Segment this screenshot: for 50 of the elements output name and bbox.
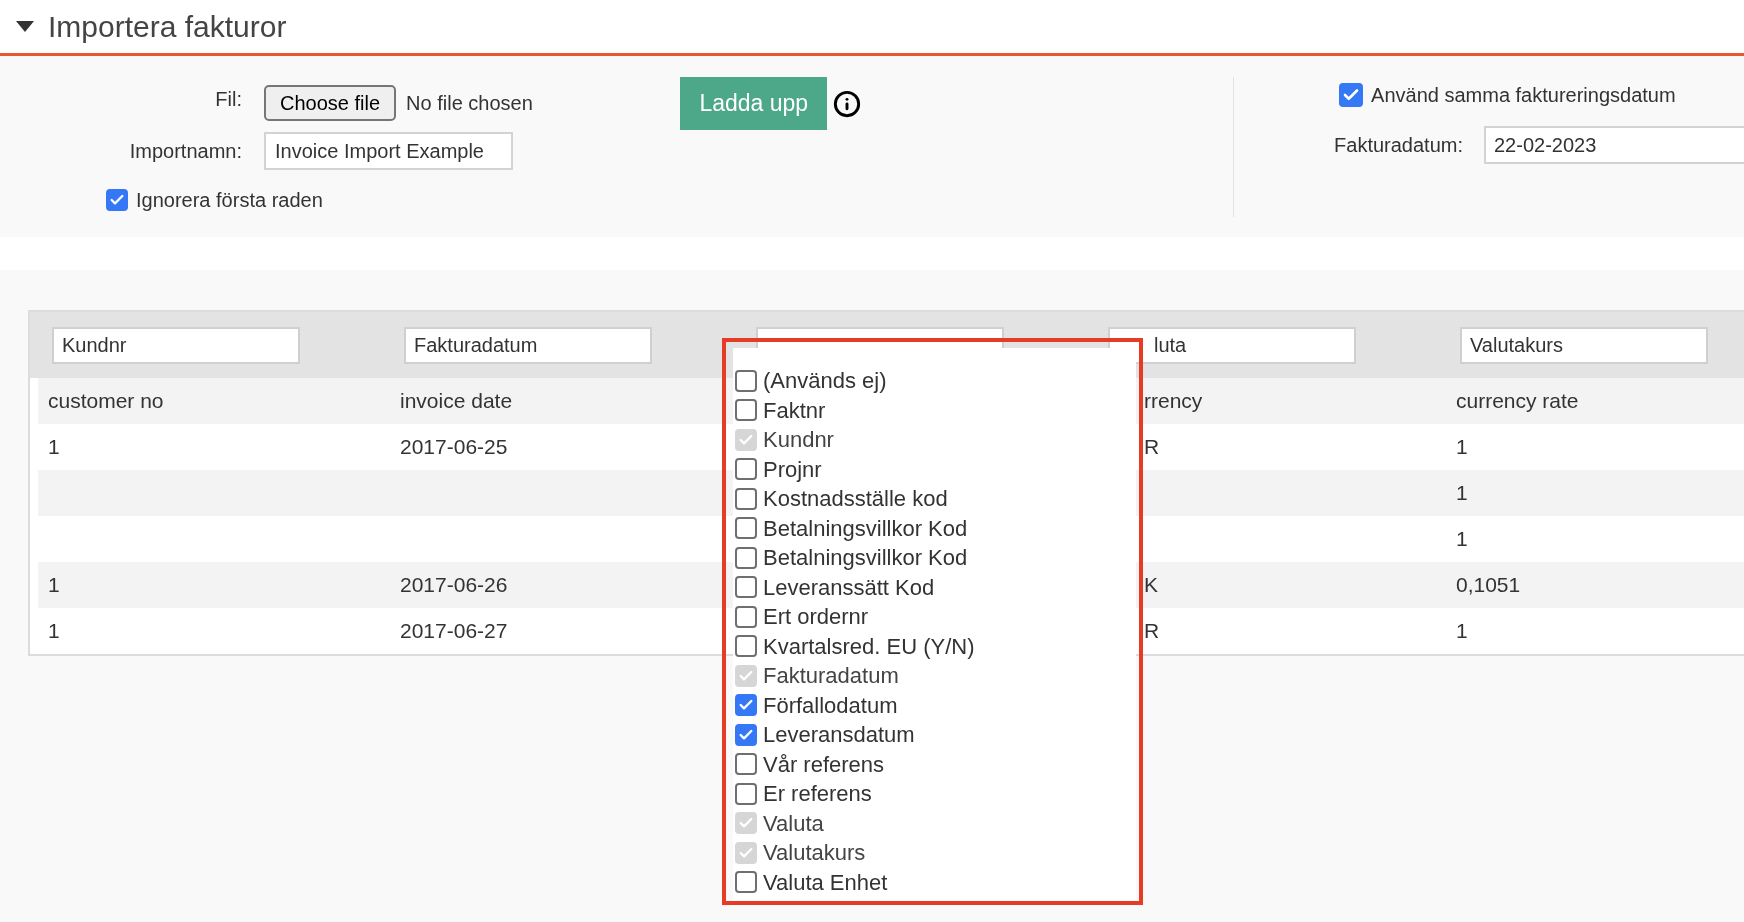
checkbox[interactable] [735,517,757,540]
import-name-label: Importnamn: [128,139,242,164]
invoice-date-field[interactable]: 22-02-2023 [1484,126,1744,164]
table-cell: R [1144,619,1160,643]
same-date-label: Använd samma faktureringsdatum [1371,83,1676,108]
table-cell: R [1144,435,1160,459]
checkbox[interactable] [735,458,757,481]
table-cell: 1 [48,435,60,459]
table-cell: 1 [48,573,60,597]
checkbox[interactable] [735,723,757,746]
column-heading: invoice date [400,389,513,413]
table-cell: 0,1051 [1456,573,1521,597]
table-cell: 2017-06-26 [400,573,508,597]
table-cell: 1 [1456,481,1468,505]
checkbox[interactable] [735,576,757,599]
checkbox[interactable] [106,189,128,211]
file-label: Fil: [214,87,242,112]
checkbox[interactable] [735,605,757,628]
checkbox[interactable] [735,782,757,805]
file-status: No file chosen [406,91,533,116]
table-cell: 1 [1456,527,1468,551]
column-mapping-field[interactable]: luta [1108,326,1356,364]
table-cell: 2017-06-27 [400,619,508,643]
table-cell: K [1144,573,1158,597]
column-mapping-field[interactable]: Fakturadatum [404,326,652,364]
checkbox[interactable] [735,487,757,510]
choose-file-button[interactable]: Choose file [264,85,397,121]
column-mapping-field[interactable]: Valutakurs [1460,326,1708,364]
checkbox[interactable] [735,694,757,717]
table-cell: 1 [1456,435,1468,459]
column-mapping-field[interactable]: Kundnr [52,326,300,364]
table-cell: 1 [1456,619,1468,643]
checkbox[interactable] [1339,83,1364,107]
column-heading: currency rate [1456,389,1579,413]
checkbox[interactable] [735,635,757,658]
table-cell: 1 [48,619,60,643]
column-heading: rrency [1144,389,1203,413]
section-title: Importera fakturor [48,9,287,45]
table-cell: 2017-06-25 [400,435,508,459]
column-heading: customer no [48,389,164,413]
caret-down-icon[interactable] [16,21,34,32]
import-name-field[interactable]: Invoice Import Example [264,132,513,170]
info-icon[interactable] [833,90,862,118]
ignore-first-row-label: Ignorera första raden [136,188,323,213]
checkbox[interactable] [735,871,757,894]
checkbox[interactable] [735,369,757,392]
checkbox[interactable] [735,399,757,422]
invoice-date-label: Fakturadatum: [1334,133,1463,158]
checkbox[interactable] [735,753,757,776]
checkbox[interactable] [735,546,757,569]
